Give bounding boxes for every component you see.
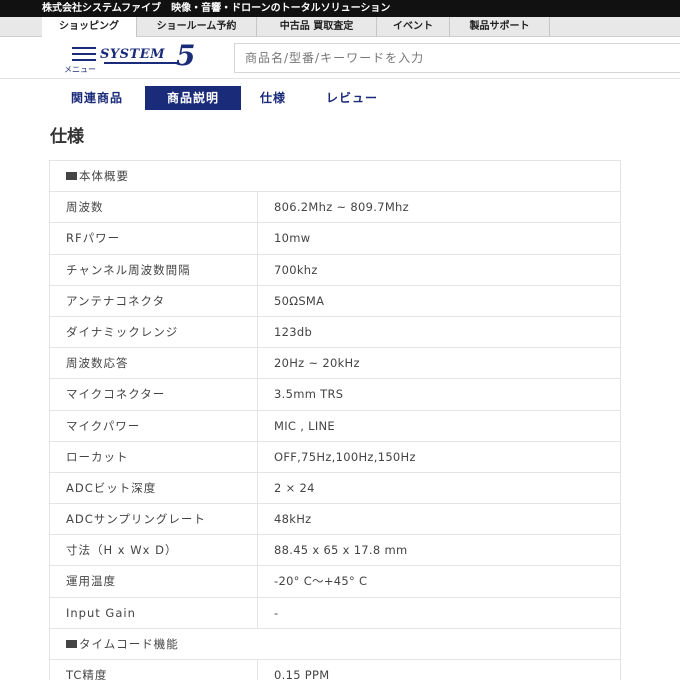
column-divider	[257, 660, 258, 680]
nav-tab-showroom[interactable]: ショールーム予約	[137, 17, 257, 37]
top-banner: 株式会社システムファイブ 映像・音響・ドローンのトータルソリューション	[0, 0, 680, 17]
column-divider	[257, 379, 258, 410]
column-divider	[257, 223, 258, 254]
tab-description[interactable]: 商品説明	[145, 86, 241, 110]
spec-row: ADCサンプリングレート 48kHz	[50, 504, 620, 536]
spec-key: 周波数応答	[66, 356, 129, 371]
spec-section-label: 本体概要	[66, 161, 129, 191]
tab-reviews[interactable]: レビュー	[305, 86, 399, 110]
spec-value: MIC , LINE	[274, 418, 335, 433]
spec-row: 寸法（H x Wx D） 88.45 x 65 x 17.8 mm	[50, 535, 620, 567]
spec-section-header: タイムコード機能	[50, 629, 620, 660]
nav-tab-support[interactable]: 製品サポート	[450, 17, 550, 37]
spec-value: 806.2Mhz ~ 809.7Mhz	[274, 200, 409, 215]
spec-value: 2 × 24	[274, 480, 315, 495]
spec-section-label: タイムコード機能	[66, 629, 179, 659]
spec-key: 周波数	[66, 200, 104, 215]
spec-row: TC精度 0.15 PPM	[50, 660, 620, 680]
spec-key: ADCビット深度	[66, 480, 157, 495]
spec-key: マイクコネクター	[66, 387, 166, 402]
spec-key: 運用温度	[66, 574, 116, 589]
nav-tab-used-buyback[interactable]: 中古品 買取査定	[257, 17, 377, 37]
logo-number: 5	[176, 39, 196, 72]
spec-value: -	[274, 605, 279, 620]
menu-label: メニュー	[64, 65, 96, 74]
spec-row: 周波数 806.2Mhz ~ 809.7Mhz	[50, 192, 620, 224]
site-logo[interactable]: SYSTEM 5	[100, 39, 212, 74]
column-divider	[257, 566, 258, 597]
spec-section-text: タイムコード機能	[79, 636, 179, 651]
spec-key: 寸法（H x Wx D）	[66, 543, 178, 558]
spec-value: OFF,75Hz,100Hz,150Hz	[274, 449, 416, 464]
square-bullet-icon	[66, 172, 77, 180]
column-divider	[257, 410, 258, 441]
column-divider	[257, 348, 258, 379]
column-divider	[257, 472, 258, 504]
spec-row: RFパワー 10mw	[50, 223, 620, 255]
spec-value: 88.45 x 65 x 17.8 mm	[274, 543, 408, 558]
spec-key: ローカット	[66, 449, 129, 464]
column-divider	[257, 316, 258, 348]
column-divider	[257, 504, 258, 535]
spec-key: マイクパワー	[66, 418, 141, 433]
spec-value: -20° C〜+45° C	[274, 574, 368, 589]
column-divider	[257, 192, 258, 223]
spec-value: 20Hz ~ 20kHz	[274, 356, 360, 371]
column-divider	[257, 254, 258, 285]
product-tabs: 関連商品 商品説明 仕様 レビュー	[0, 86, 680, 110]
column-divider	[257, 597, 258, 628]
spec-row: 運用温度 -20° C〜+45° C	[50, 566, 620, 598]
spec-key: RFパワー	[66, 231, 121, 246]
spec-value: 700khz	[274, 262, 318, 277]
spec-table: 本体概要周波数 806.2Mhz ~ 809.7Mhz RFパワー 10mw チャンネル…	[49, 160, 621, 680]
spec-row: ADCビット深度 2 × 24	[50, 472, 620, 505]
logo-text: SYSTEM	[100, 47, 166, 62]
main-nav: ショッピング ショールーム予約 中古品 買取査定 イベント 製品サポート	[0, 17, 680, 38]
spec-key: TC精度	[66, 668, 108, 680]
spec-value: 50ΩSMA	[274, 293, 325, 308]
search-input[interactable]: 商品名/型番/キーワードを入力	[234, 43, 680, 73]
nav-tab-shopping[interactable]: ショッピング	[42, 17, 137, 38]
spec-key: アンテナコネクタ	[66, 293, 166, 308]
spec-value: 48kHz	[274, 512, 312, 527]
spec-value: 0.15 PPM	[274, 668, 330, 680]
spec-key: ADCサンプリングレート	[66, 512, 206, 527]
spec-row: マイクパワー MIC , LINE	[50, 410, 620, 442]
spec-row: 周波数応答 20Hz ~ 20kHz	[50, 348, 620, 380]
spec-section-header: 本体概要	[50, 161, 620, 193]
spec-row: ダイナミックレンジ 123db	[50, 316, 620, 349]
column-divider	[257, 535, 258, 566]
spec-value: 10mw	[274, 231, 311, 246]
spec-key: チャンネル周波数間隔	[66, 262, 191, 277]
spec-key: Input Gain	[66, 605, 136, 620]
logo-swoosh	[104, 62, 178, 64]
spec-row: ローカット OFF,75Hz,100Hz,150Hz	[50, 441, 620, 473]
column-divider	[257, 441, 258, 472]
spec-row: Input Gain -	[50, 597, 620, 629]
square-bullet-icon	[66, 639, 77, 648]
column-divider	[257, 285, 258, 316]
spec-row: マイクコネクター 3.5mm TRS	[50, 379, 620, 411]
spec-row: アンテナコネクタ 50ΩSMA	[50, 285, 620, 317]
spec-value: 123db	[274, 324, 313, 339]
hamburger-icon	[72, 47, 96, 65]
tab-related-products[interactable]: 関連商品	[50, 86, 144, 110]
page-title: 仕様	[50, 127, 84, 147]
tab-specs[interactable]: 仕様	[241, 86, 305, 110]
spec-key: ダイナミックレンジ	[66, 324, 179, 339]
nav-tab-event[interactable]: イベント	[377, 17, 450, 37]
spec-value: 3.5mm TRS	[274, 387, 344, 402]
spec-section-text: 本体概要	[79, 169, 129, 183]
spec-row: チャンネル周波数間隔 700khz	[50, 254, 620, 286]
site-header: メニュー SYSTEM 5 商品名/型番/キーワードを入力	[0, 37, 680, 79]
